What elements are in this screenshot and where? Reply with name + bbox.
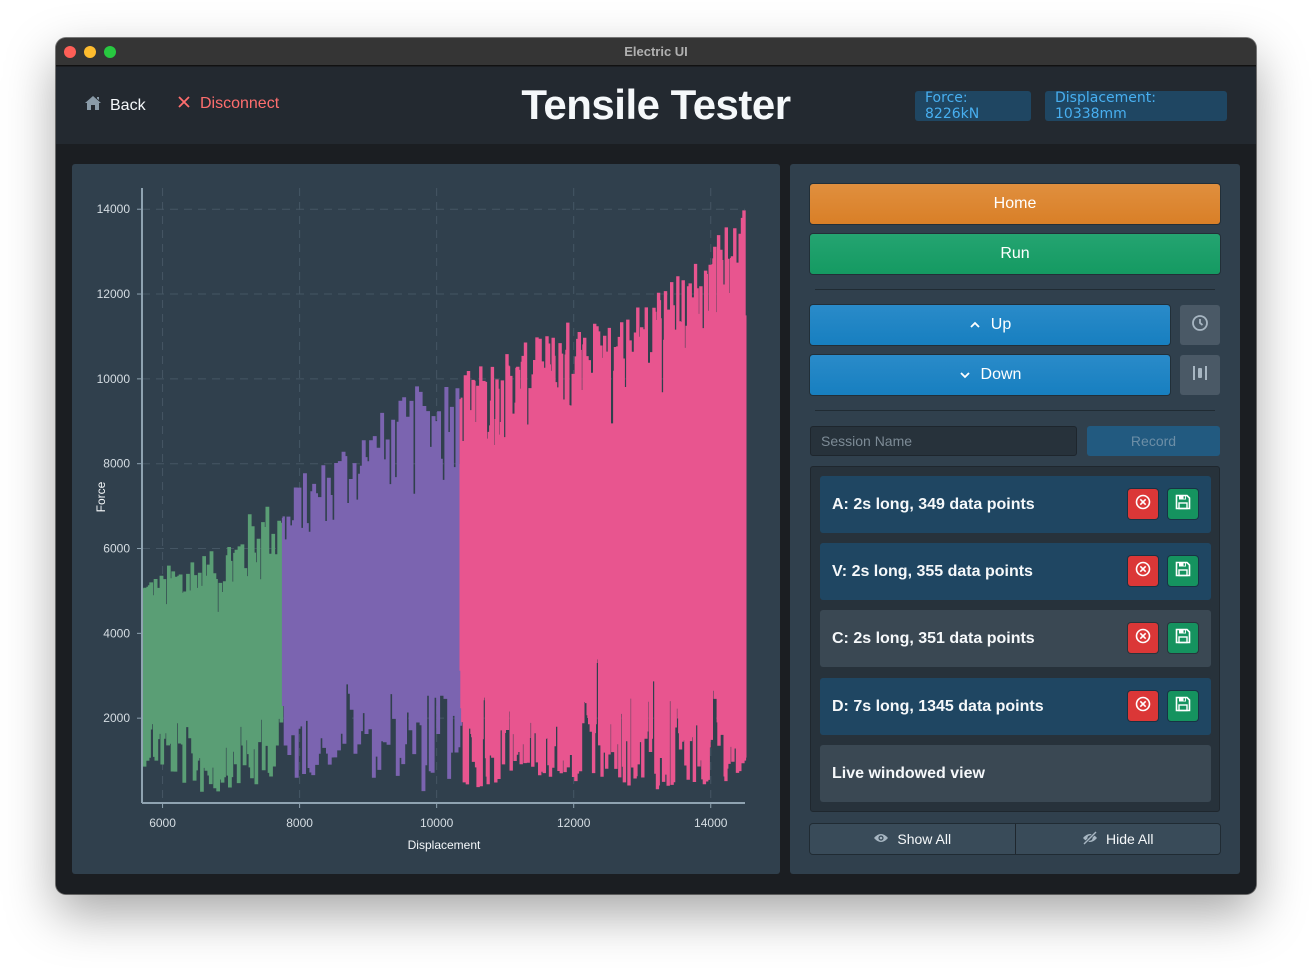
circle-x-icon — [1135, 628, 1151, 649]
recording-item-v[interactable]: V: 2s long, 355 data points — [820, 543, 1211, 600]
chart-panel: 6000 8000 10000 12000 14000 2000 4000 6000 8000… — [72, 164, 780, 874]
x-axis-ticks: 6000 8000 10000 12000 14000 — [149, 803, 728, 830]
floppy-disk-icon — [1175, 494, 1191, 515]
hide-all-label: Hide All — [1106, 831, 1154, 847]
save-recording-button[interactable] — [1168, 691, 1198, 721]
recordings-list: A: 2s long, 349 data points V: 2s long, … — [810, 466, 1220, 812]
delete-recording-button[interactable] — [1128, 489, 1158, 519]
home-button-label: Home — [993, 195, 1037, 212]
recording-item-c[interactable]: C: 2s long, 351 data points — [820, 610, 1211, 667]
run-button[interactable]: Run — [810, 234, 1220, 274]
chevron-up-icon — [969, 316, 981, 334]
recording-label: V: 2s long, 355 data points — [832, 562, 1033, 580]
divider — [815, 410, 1215, 411]
chevron-down-icon — [959, 366, 971, 384]
x-tick-label: 8000 — [286, 816, 313, 830]
y-axis-ticks: 2000 4000 6000 8000 10000 12000 14000 — [97, 202, 142, 725]
up-button[interactable]: Up — [810, 305, 1170, 345]
x-tick-label: 10000 — [420, 816, 454, 830]
record-button-label: Record — [1130, 433, 1177, 449]
app-window: Electric UI Back Disconnect Tensile Test… — [56, 38, 1256, 894]
circle-x-icon — [1135, 696, 1151, 717]
recording-item-d[interactable]: D: 7s long, 1345 data points — [820, 678, 1211, 735]
app-header: Back Disconnect Tensile Tester Force: 82… — [56, 67, 1256, 144]
up-button-label: Up — [990, 316, 1012, 333]
delete-recording-button[interactable] — [1128, 691, 1158, 721]
minimize-window-button[interactable] — [84, 46, 96, 58]
split-columns-button[interactable] — [1180, 355, 1220, 395]
eye-icon — [873, 831, 889, 847]
show-all-label: Show All — [897, 831, 952, 847]
close-window-button[interactable] — [64, 46, 76, 58]
save-recording-button[interactable] — [1168, 556, 1198, 586]
force-displacement-chart[interactable]: 6000 8000 10000 12000 14000 2000 4000 6000 8000… — [72, 164, 780, 874]
chart-series — [141, 210, 747, 792]
x-axis-label: Displacement — [408, 838, 481, 852]
y-tick-label: 4000 — [103, 626, 130, 640]
run-button-label: Run — [1000, 245, 1030, 262]
show-all-button[interactable]: Show All — [810, 824, 1015, 854]
live-view-label: Live windowed view — [832, 764, 985, 782]
hide-all-button[interactable]: Hide All — [1014, 824, 1220, 854]
down-button[interactable]: Down — [810, 355, 1170, 395]
recording-label: A: 2s long, 349 data points — [832, 495, 1035, 513]
control-panel: Home Run Up Down Session Name Record A: … — [790, 164, 1240, 874]
force-readout-tag: Force: 8226kN — [915, 90, 1031, 122]
record-button[interactable]: Record — [1087, 426, 1220, 456]
series-line-a — [141, 506, 284, 792]
displacement-readout-tag: Displacement: 10338mm — [1045, 90, 1227, 122]
y-tick-label: 12000 — [97, 287, 131, 301]
clock-icon — [1191, 314, 1209, 337]
window-controls — [64, 46, 116, 58]
x-tick-label: 14000 — [694, 816, 728, 830]
main-content: 6000 8000 10000 12000 14000 2000 4000 6000 8000… — [56, 144, 1256, 894]
eye-off-icon — [1082, 830, 1098, 848]
window-title: Electric UI — [624, 44, 688, 59]
recording-label: C: 2s long, 351 data points — [832, 629, 1035, 647]
circle-x-icon — [1135, 561, 1151, 582]
home-button[interactable]: Home — [810, 184, 1220, 224]
x-tick-label: 6000 — [149, 816, 176, 830]
series-line-d — [459, 210, 747, 790]
y-tick-label: 2000 — [103, 711, 130, 725]
maximize-window-button[interactable] — [104, 46, 116, 58]
x-tick-label: 12000 — [557, 816, 591, 830]
delete-recording-button[interactable] — [1128, 623, 1158, 653]
delete-recording-button[interactable] — [1128, 556, 1158, 586]
live-windowed-view-item[interactable]: Live windowed view — [820, 745, 1211, 802]
y-tick-label: 14000 — [97, 202, 131, 216]
recording-item-a[interactable]: A: 2s long, 349 data points — [820, 476, 1211, 533]
y-tick-label: 6000 — [103, 542, 130, 556]
save-recording-button[interactable] — [1168, 623, 1198, 653]
title-bar: Electric UI — [56, 38, 1256, 66]
visibility-button-group: Show All Hide All — [810, 824, 1220, 854]
floppy-disk-icon — [1175, 561, 1191, 582]
circle-x-icon — [1135, 494, 1151, 515]
series-line-v — [281, 386, 463, 792]
recording-label: D: 7s long, 1345 data points — [832, 697, 1044, 715]
floppy-disk-icon — [1175, 628, 1191, 649]
y-tick-label: 10000 — [97, 372, 131, 386]
down-button-label: Down — [980, 366, 1022, 383]
y-axis-label: Force — [94, 481, 108, 512]
timer-button[interactable] — [1180, 305, 1220, 345]
split-columns-icon — [1192, 365, 1208, 386]
y-tick-label: 8000 — [103, 457, 130, 471]
divider — [815, 289, 1215, 290]
session-name-input[interactable] — [810, 426, 1077, 456]
floppy-disk-icon — [1175, 696, 1191, 717]
save-recording-button[interactable] — [1168, 489, 1198, 519]
